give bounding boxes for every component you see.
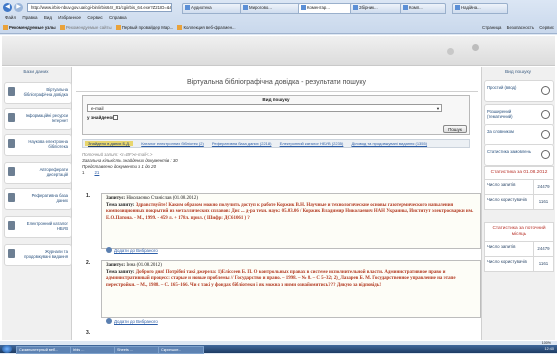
db-link-current[interactable]: Знайдено в даних Б.Д. — [85, 141, 134, 146]
search-button[interactable]: Пошук — [443, 125, 467, 133]
menu-view[interactable]: Вид — [44, 15, 52, 20]
menu-file[interactable]: Файл — [5, 15, 16, 20]
book-icon — [8, 113, 15, 122]
add-to-favorites-link[interactable]: Додати до Вибраного — [106, 247, 158, 253]
search-icon — [541, 150, 550, 159]
search-type-dictionary[interactable]: За словником — [484, 124, 554, 146]
sidebar-item-journals[interactable]: Журнали та продовжувані видання — [4, 244, 72, 266]
search-input[interactable]: e-mail — [87, 104, 442, 112]
address-bar[interactable]: http://www.irbis-nbuv.gov.ua/cgi-bin/irb… — [27, 3, 172, 12]
back-icon[interactable]: ◀ — [3, 3, 12, 12]
book-icon — [8, 221, 15, 230]
favorite-link[interactable]: Рекомендуемые узлы — [3, 25, 56, 30]
stats-today: Статистика за 01.08.2012 Число запитів 24… — [484, 166, 554, 210]
banner-decoration-icon — [472, 44, 479, 51]
page-icon — [115, 25, 121, 30]
record-number: 2. — [86, 260, 91, 266]
record-card: Запитує: Ніколаєнко Станіслав (01.08.201… — [101, 193, 481, 249]
current-page: 1 — [82, 170, 85, 175]
stats-row: Число запитів 24479 — [485, 179, 553, 194]
sidebar-item-internet[interactable]: Інформаційні ресурси Інтернет — [4, 108, 72, 130]
left-sidebar-title: Бази даних — [23, 70, 49, 75]
asker-label: Запитує: — [106, 263, 126, 268]
book-icon — [8, 167, 15, 176]
record-card: Запитує: Інна (01.08.2012) Тема запиту: … — [101, 260, 481, 318]
search-type-stats[interactable]: Статистика замовлень — [484, 144, 554, 166]
page-icon — [243, 5, 248, 10]
divider — [76, 91, 478, 92]
record-number: 3. — [86, 330, 91, 336]
tools-menu[interactable]: Сервис — [539, 25, 554, 30]
search-icon — [541, 130, 550, 139]
menu-bar: Файл Правка Вид Избранное Сервис Справка — [0, 13, 557, 22]
favorite-link[interactable]: Коллекция веб-фрагмен... — [177, 25, 236, 30]
page-menu[interactable]: Страница — [482, 25, 501, 30]
sidebar-item-abstracts[interactable]: Автореферати дисертацій — [4, 162, 72, 184]
record-text: Здравствуйте! Каким образом можно получи… — [106, 202, 474, 222]
query-box-title: Вид пошуку — [262, 97, 290, 102]
db-link[interactable]: Діловод та продовжувані видання (1355) — [351, 141, 427, 146]
add-to-favorites-link[interactable]: Додати до Вибраного — [106, 318, 158, 324]
favorites-bar: Рекомендуемые узлы Рекомендуемые сайты П… — [0, 22, 557, 33]
page-title: Віртуальна бібліографічна довідка - резу… — [186, 79, 367, 86]
safety-menu[interactable]: Безопасность — [507, 25, 534, 30]
topic-label: Тема запиту: — [106, 202, 135, 208]
favorite-link[interactable]: Первый провайдер Мар... — [115, 25, 173, 30]
stats-month: Статистика за поточний місяць Число запи… — [484, 222, 554, 272]
favorite-link[interactable]: Рекомендуемые сайты — [59, 25, 112, 30]
book-icon — [8, 249, 15, 258]
asker-name: Ніколаєнко Станіслав (01.08.2012) — [126, 196, 199, 201]
sidebar-item-catalog[interactable]: Електронний каталог НБУВ — [4, 216, 72, 238]
favorites-icon — [106, 247, 112, 253]
search-type-simple[interactable]: Простий (ввод) — [484, 80, 554, 102]
stats-row: Число запитів 24479 — [485, 241, 553, 256]
record-number: 1. — [86, 193, 91, 199]
db-link[interactable]: Електронний каталог НБУВ (2235) — [280, 141, 344, 146]
asker-label: Запитує: — [106, 196, 126, 201]
page-icon — [301, 5, 306, 10]
book-icon — [8, 139, 15, 148]
search-icon — [541, 110, 550, 119]
search-icon — [541, 86, 550, 95]
page-icon — [403, 5, 408, 10]
record-text: Доброго дня! Потрібні такі джерела: 1)Ел… — [106, 269, 456, 289]
menu-edit[interactable]: Правка — [22, 15, 37, 20]
menu-help[interactable]: Справка — [109, 15, 127, 20]
favorites-icon — [106, 318, 112, 324]
next-page-link[interactable]: 21 — [94, 170, 99, 175]
db-link[interactable]: Реферативна база даних (2218) — [212, 141, 272, 146]
results-info: Поточний запит: <I=BF>e-mail<.> Загальна… — [82, 152, 472, 176]
stats-title: Статистика за 01.08.2012 — [490, 170, 548, 175]
asker-name: Інна (01.08.2012) — [126, 263, 162, 268]
stats-title: Статистика за поточний місяць — [492, 226, 546, 237]
page-icon — [455, 5, 460, 10]
topic-label: Тема запиту: — [106, 269, 135, 275]
right-sidebar-title: Вид пошуку — [504, 70, 532, 75]
banner-decoration-icon — [447, 48, 454, 55]
stats-row: Число користувачів 1161 — [485, 194, 553, 209]
search-type-advanced[interactable]: Розширений (тематичний) — [484, 104, 554, 126]
book-icon — [8, 87, 15, 96]
clock: 12:40 — [544, 347, 554, 351]
menu-tools[interactable]: Сервис — [87, 15, 102, 20]
db-link[interactable]: Каталог електронних бібліотек (2) — [141, 141, 204, 146]
forward-icon[interactable]: ▶ — [14, 3, 23, 12]
page-icon — [177, 25, 183, 30]
sidebar-item-reference[interactable]: Віртуальна бібліографічна довідка — [4, 82, 72, 104]
start-button[interactable] — [2, 345, 12, 353]
site-banner — [2, 36, 555, 66]
command-bar: Страница Безопасность Сервис — [478, 22, 554, 33]
database-links: Знайдено в даних Б.Д. Каталог електронни… — [82, 139, 470, 148]
page-icon — [185, 5, 190, 10]
page-icon — [353, 5, 358, 10]
stats-row: Число користувачів 1161 — [485, 256, 553, 271]
sidebar-item-referative[interactable]: Реферативна база даних — [4, 188, 72, 210]
menu-favorites[interactable]: Избранное — [58, 15, 81, 20]
star-icon — [3, 25, 8, 30]
in-results-checkbox[interactable] — [113, 115, 118, 120]
chevron-down-icon[interactable]: ▼ — [436, 106, 440, 111]
feed-icon — [59, 25, 65, 30]
book-icon — [8, 193, 15, 202]
sidebar-item-library[interactable]: Наукова електронна бібліотека — [4, 134, 72, 156]
